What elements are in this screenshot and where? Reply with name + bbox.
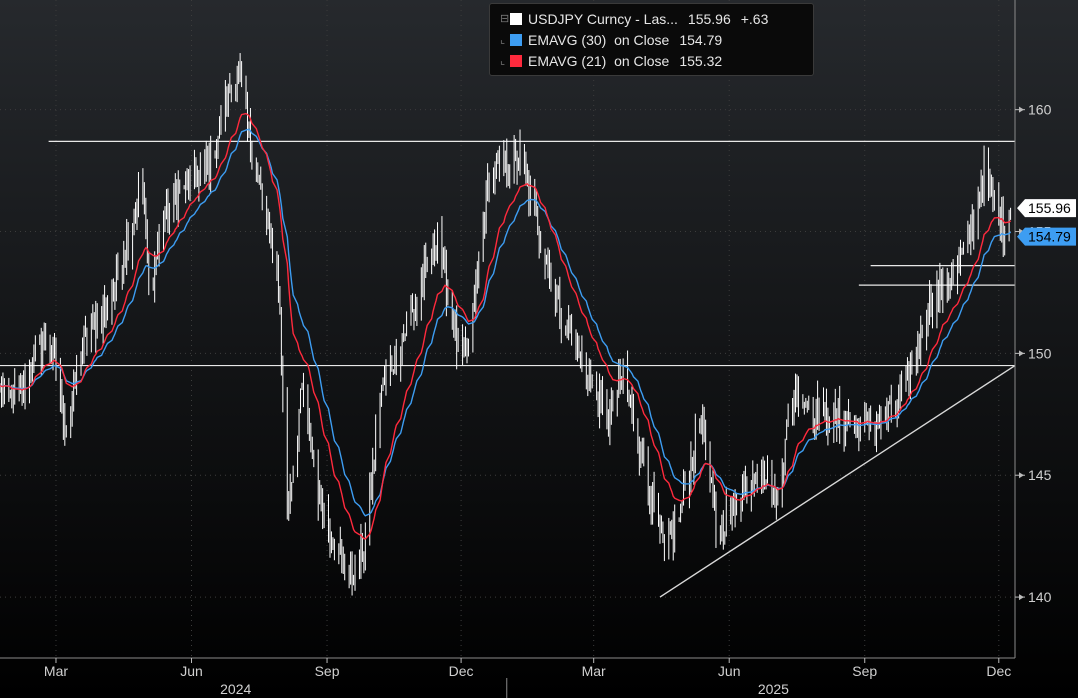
legend-row-ema21: ⌞ EMAVG (21) on Close 155.32 (500, 50, 813, 71)
x-tick-label: Mar (44, 663, 68, 679)
legend-row-price: ⊟ USDJPY Curncy - Las... 155.96 +.63 (500, 8, 813, 29)
legend: ⊟ USDJPY Curncy - Las... 155.96 +.63 ⌞ E… (489, 3, 814, 76)
legend-series-value: 155.96 (687, 10, 731, 27)
usdjpy-chart: 140145150155160 MarJunSepDecMarJunSepDec… (0, 0, 1078, 698)
x-year-label: 2024 (220, 681, 251, 697)
y-tick-label: 145 (1028, 467, 1052, 483)
x-tick-label: Jun (180, 663, 203, 679)
y-tick-label: 140 (1028, 589, 1052, 605)
legend-swatch (510, 54, 522, 67)
x-year-label: 2025 (758, 681, 789, 697)
y-tick-label: 150 (1028, 345, 1052, 361)
x-tick-label: Jun (718, 663, 741, 679)
x-tick-label: Sep (852, 663, 877, 679)
legend-swatch (510, 12, 522, 25)
x-tick-label: Dec (986, 663, 1011, 679)
x-tick-label: Mar (582, 663, 606, 679)
tree-branch-icon: ⌞ (500, 55, 506, 67)
collapse-icon[interactable]: ⊟ (500, 12, 510, 25)
price-tag-label: 154.79 (1028, 229, 1071, 245)
legend-swatch (510, 33, 522, 46)
legend-series-name: EMAVG (21) on Close (528, 52, 670, 69)
legend-series-change: +.63 (740, 10, 769, 27)
legend-series-value: 154.79 (679, 31, 723, 48)
y-tick-label: 160 (1028, 102, 1052, 118)
legend-series-name: USDJPY Curncy - Las... (528, 10, 678, 27)
legend-series-name: EMAVG (30) on Close (528, 31, 670, 48)
tree-branch-icon: ⌞ (500, 34, 506, 46)
x-tick-label: Dec (449, 663, 474, 679)
price-tag-label: 155.96 (1028, 200, 1071, 216)
legend-series-value: 155.32 (679, 52, 723, 69)
x-tick-label: Sep (315, 663, 340, 679)
legend-row-ema30: ⌞ EMAVG (30) on Close 154.79 (500, 29, 813, 50)
